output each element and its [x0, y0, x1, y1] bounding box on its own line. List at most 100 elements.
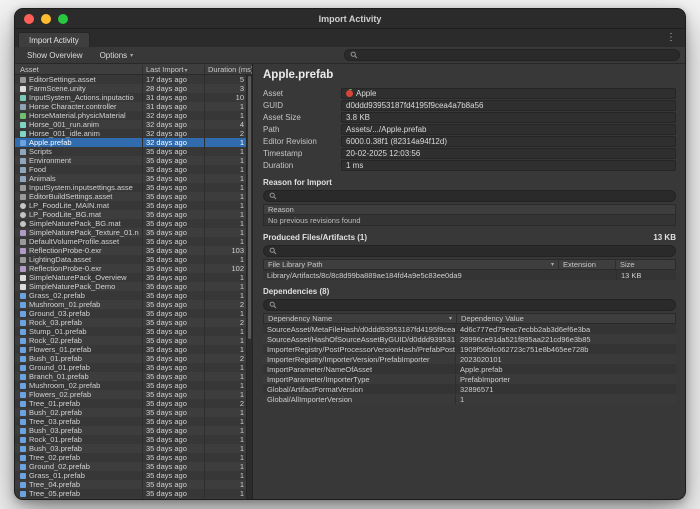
tab-import-activity[interactable]: Import Activity: [18, 32, 90, 47]
dependency-row[interactable]: ImporterRegistry/ImporterVersion/PrefabI…: [263, 354, 676, 364]
asset-row[interactable]: Rock_03.prefab 35 days ago 2: [15, 318, 252, 327]
asset-name-cell: InputSystem_Actions.inputactio: [15, 93, 142, 102]
column-header-last-import[interactable]: Last Import▾: [142, 65, 204, 74]
asset-row[interactable]: SimpleNaturePack_Texture_01.n 35 days ag…: [15, 228, 252, 237]
asset-row[interactable]: FarmScene.unity 28 days ago 3: [15, 84, 252, 93]
asset-name-cell: Mushroom_01.prefab: [15, 300, 142, 309]
asset-row[interactable]: Tree_04.prefab 35 days ago 1: [15, 480, 252, 489]
asset-row[interactable]: Ground_01.prefab 35 days ago 1: [15, 363, 252, 372]
global-search-input[interactable]: [344, 49, 680, 61]
duration-cell: 1: [204, 336, 252, 345]
asset-row[interactable]: Tree_05.prefab 35 days ago 1: [15, 489, 252, 498]
column-header-dependency-value[interactable]: Dependency Value: [456, 314, 675, 323]
asset-row[interactable]: Flowers_01.prefab 35 days ago 1: [15, 345, 252, 354]
asset-row[interactable]: Rock_02.prefab 35 days ago 1: [15, 336, 252, 345]
artifacts-search-input[interactable]: [263, 245, 676, 257]
minimize-button[interactable]: [41, 14, 51, 24]
zoom-button[interactable]: [58, 14, 68, 24]
reason-search-input[interactable]: [263, 190, 676, 202]
scrollbar-thumb[interactable]: [248, 76, 251, 339]
asset-row[interactable]: Mushroom_01.prefab 35 days ago 2: [15, 300, 252, 309]
close-button[interactable]: [24, 14, 34, 24]
options-dropdown[interactable]: Options ▾: [93, 50, 141, 61]
column-header-extension[interactable]: Extension: [558, 260, 615, 269]
asset-row[interactable]: Flowers_02.prefab 35 days ago 1: [15, 390, 252, 399]
asset-row[interactable]: Environment 35 days ago 1: [15, 156, 252, 165]
artifact-row[interactable]: Library/Artifacts/8c/8c8d99ba889ae184fd4…: [263, 270, 676, 280]
asset-row[interactable]: Flowers_02.fbx 35 days ago 9: [15, 498, 252, 499]
asset-type-icon: [20, 302, 26, 308]
column-header-duration[interactable]: Duration (ms): [204, 65, 252, 74]
file-library-path-label: File Library Path: [268, 260, 323, 269]
duration-cell: 1: [204, 390, 252, 399]
asset-row[interactable]: Grass_02.prefab 35 days ago 1: [15, 291, 252, 300]
asset-row[interactable]: Ground_02.prefab 35 days ago 1: [15, 462, 252, 471]
dependency-name-cell: SourceAsset/HashOfSourceAssetByGUID/d0dd…: [263, 335, 455, 344]
asset-row[interactable]: Bush_01.prefab 35 days ago 2: [15, 354, 252, 363]
asset-row[interactable]: Branch_01.prefab 35 days ago 1: [15, 372, 252, 381]
dependency-row[interactable]: SourceAsset/MetaFileHash/d0ddd93953187fd…: [263, 324, 676, 334]
asset-row[interactable]: Food 35 days ago 1: [15, 165, 252, 174]
dependency-row[interactable]: ImporterRegistry/PostProcessorVersionHas…: [263, 344, 676, 354]
dependency-row[interactable]: Global/AllImporterVersion 1: [263, 394, 676, 404]
column-header-asset[interactable]: Asset: [15, 65, 142, 74]
asset-row[interactable]: InputSystem_Actions.inputactio 31 days a…: [15, 93, 252, 102]
asset-row[interactable]: EditorBuildSettings.asset 35 days ago 1: [15, 192, 252, 201]
asset-name-cell: Grass_01.prefab: [15, 471, 142, 480]
asset-row[interactable]: Tree_01.prefab 35 days ago 2: [15, 399, 252, 408]
asset-row[interactable]: Horse Character.controller 31 days ago 1: [15, 102, 252, 111]
asset-row[interactable]: Animals 35 days ago 1: [15, 174, 252, 183]
last-import-cell: 35 days ago: [142, 327, 204, 336]
asset-row[interactable]: Tree_03.prefab 35 days ago 1: [15, 417, 252, 426]
kebab-menu-icon[interactable]: ⋮: [666, 32, 676, 44]
last-import-cell: 35 days ago: [142, 228, 204, 237]
last-import-cell: 35 days ago: [142, 417, 204, 426]
asset-row[interactable]: Ground_03.prefab 35 days ago 1: [15, 309, 252, 318]
dependency-row[interactable]: ImportParameter/NameOfAsset Apple.prefab: [263, 364, 676, 374]
scrollbar-track[interactable]: [246, 75, 252, 499]
asset-row[interactable]: Rock_01.prefab 35 days ago 1: [15, 435, 252, 444]
asset-row[interactable]: Horse_001_run.anim 32 days ago 4: [15, 120, 252, 129]
column-header-file-library-path[interactable]: File Library Path ▾: [264, 260, 558, 269]
asset-row[interactable]: Grass_01.prefab 35 days ago 1: [15, 471, 252, 480]
duration-cell: 102: [204, 264, 252, 273]
asset-row[interactable]: Scripts 35 days ago 1: [15, 147, 252, 156]
asset-row[interactable]: LP_FoodLite_MAIN.mat 35 days ago 1: [15, 201, 252, 210]
asset-row[interactable]: Mushroom_02.prefab 35 days ago 1: [15, 381, 252, 390]
asset-row[interactable]: ReflectionProbe-0.exr 35 days ago 102: [15, 264, 252, 273]
asset-row[interactable]: ReflectionProbe-0.exr 35 days ago 103: [15, 246, 252, 255]
asset-type-icon: [20, 122, 26, 128]
column-header-dependency-name[interactable]: Dependency Name▾: [264, 314, 456, 323]
show-overview-button[interactable]: Show Overview: [20, 50, 90, 61]
asset-row[interactable]: SimpleNaturePack_BG.mat 35 days ago 1: [15, 219, 252, 228]
column-header-size[interactable]: Size: [615, 260, 675, 269]
asset-name: Bush_01.prefab: [29, 354, 82, 363]
asset-row[interactable]: EditorSettings.asset 17 days ago 5: [15, 75, 252, 84]
column-header-reason[interactable]: Reason: [264, 205, 675, 214]
asset-row[interactable]: LightingData.asset 35 days ago 1: [15, 255, 252, 264]
last-import-cell: 35 days ago: [142, 336, 204, 345]
asset-row[interactable]: Tree_02.prefab 35 days ago 1: [15, 453, 252, 462]
dependency-row[interactable]: ImportParameter/ImporterType PrefabImpor…: [263, 374, 676, 384]
asset-row[interactable]: SimpleNaturePack_Overview 35 days ago 1: [15, 273, 252, 282]
asset-type-icon: [20, 383, 26, 389]
asset-row[interactable]: Bush_03.prefab 35 days ago 1: [15, 426, 252, 435]
asset-row[interactable]: Bush_02.prefab 35 days ago 1: [15, 408, 252, 417]
dependencies-heading: Dependencies (8): [263, 287, 676, 296]
titlebar[interactable]: Import Activity: [15, 9, 685, 29]
asset-row[interactable]: Apple.prefab 32 days ago 1: [15, 138, 252, 147]
asset-row[interactable]: LP_FoodLite_BG.mat 35 days ago 1: [15, 210, 252, 219]
asset-row[interactable]: Horse_001_idle.anim 32 days ago 2: [15, 129, 252, 138]
asset-row[interactable]: Stump_01.prefab 35 days ago 1: [15, 327, 252, 336]
asset-row[interactable]: DefaultVolumeProfile.asset 35 days ago 1: [15, 237, 252, 246]
dependency-row[interactable]: Global/ArtifactFormatVersion 32896571: [263, 384, 676, 394]
sort-desc-icon: ▾: [551, 261, 554, 268]
asset-row[interactable]: Bush_03.prefab 35 days ago 1: [15, 444, 252, 453]
asset-row[interactable]: SimpleNaturePack_Demo 35 days ago 1: [15, 282, 252, 291]
dependencies-search-input[interactable]: [263, 299, 676, 311]
asset-row[interactable]: InputSystem.inputsettings.asse 35 days a…: [15, 183, 252, 192]
asset-name: EditorBuildSettings.asset: [29, 192, 112, 201]
details-panel: Apple.prefab Asset Apple GUID: [253, 64, 685, 499]
dependency-row[interactable]: SourceAsset/HashOfSourceAssetByGUID/d0dd…: [263, 334, 676, 344]
asset-row[interactable]: HorseMaterial.physicMaterial 32 days ago…: [15, 111, 252, 120]
